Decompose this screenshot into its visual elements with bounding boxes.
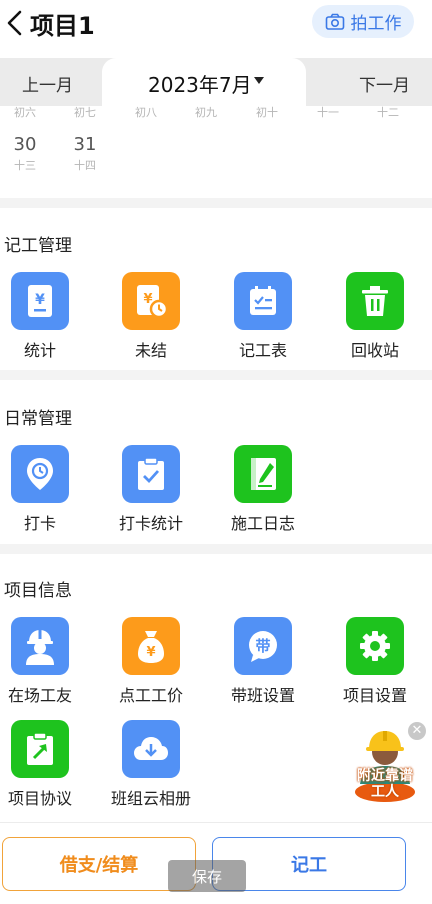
day-number: 30 [13,134,37,155]
page: 项目1 拍工作 上一月 下一月 2023年7月 初六 初七 初八 初九 初十 十… [0,0,432,904]
agreement-icon [11,720,69,778]
construction-log-label: 施工日志 [230,514,295,533]
checkin-stats-label: 打卡统计 [118,514,183,533]
bottom-divider [0,822,432,823]
caret-down-icon[interactable] [254,77,264,84]
record-sheet-label: 记工表 [238,341,287,360]
lunar-row: 初六 初七 初八 初九 初十 十一 十二 [0,106,432,122]
record-mgmt-title: 记工管理 [4,236,72,256]
back-arrow-icon[interactable] [4,9,28,37]
calendar: 初六 初七 初八 初九 初十 十一 十二 30 十三 31 十四 [0,106,432,198]
ad-text: 附近靠谱工人 [357,768,413,800]
project-info-title: 项目信息 [4,581,72,601]
trash-icon [346,272,404,330]
cloud-album-tile[interactable]: 班组云相册 [104,720,200,812]
lunar-date: 十二 [377,106,399,119]
gear-icon [346,617,404,675]
team-lead-settings-label: 带班设置 [230,686,295,705]
lunar-date: 十一 [317,106,339,119]
team-lead-icon: 带 [234,617,292,675]
lunar-date: 初九 [195,106,217,119]
checkin-stats-tile[interactable]: 打卡统计 [104,445,200,537]
lunar-date: 初六 [14,106,36,119]
svg-text:带: 带 [255,637,270,655]
clock-in-label: 打卡 [23,514,56,533]
construction-log-icon [234,445,292,503]
loan-settle-button[interactable]: 借支/结算 [2,837,196,891]
project-agreement-tile[interactable]: 项目协议 [0,720,89,812]
record-sheet-icon [234,272,292,330]
project-settings-label: 项目设置 [342,686,407,705]
worker-icon [11,617,69,675]
checkin-stats-icon [122,445,180,503]
onsite-workers-tile[interactable]: 在场工友 [0,617,89,709]
page-title: 项目1 [30,12,95,40]
record-sheet-tile[interactable]: 记工表 [216,272,312,364]
header: 项目1 拍工作 [0,0,432,48]
statistics-label: 统计 [23,341,56,360]
project-settings-tile[interactable]: 项目设置 [328,617,424,709]
cloud-album-icon [122,720,180,778]
construction-log-tile[interactable]: 施工日志 [216,445,312,537]
daily-mgmt-title: 日常管理 [4,409,72,429]
photo-work-label: 拍工作 [350,14,402,34]
day-number: 31 [73,134,97,155]
statistics-icon: ¥ [11,272,69,330]
camera-icon [325,13,344,30]
day-lunar: 十四 [74,159,96,172]
photo-work-button[interactable]: 拍工作 [312,5,414,38]
unsettled-label: 未结 [134,341,167,360]
team-lead-settings-tile[interactable]: 带 带班设置 [216,617,312,709]
section-divider [0,544,432,554]
current-month-selector[interactable]: 2023年7月 [148,69,252,98]
clock-in-tile[interactable]: 打卡 [0,445,89,537]
recycle-bin-label: 回收站 [350,341,399,360]
unsettled-icon: ¥ [122,272,180,330]
svg-text:¥: ¥ [146,645,155,660]
unsettled-tile[interactable]: ¥ 未结 [104,272,200,364]
cloud-album-label: 班组云相册 [110,789,191,808]
lunar-date: 初八 [135,106,157,119]
calendar-day[interactable]: 31 十四 [65,134,105,173]
lunar-date: 初七 [74,106,96,119]
save-toast: 保存 [168,860,246,892]
onsite-workers-label: 在场工友 [7,686,72,705]
hourly-rate-label: 点工工价 [118,686,183,705]
calendar-day[interactable]: 30 十三 [5,134,45,173]
section-divider [0,198,432,208]
money-bag-icon: ¥ [122,617,180,675]
next-month-button[interactable]: 下一月 [359,71,410,96]
hourly-rate-tile[interactable]: ¥ 点工工价 [104,617,200,709]
clock-in-icon [11,445,69,503]
prev-month-button[interactable]: 上一月 [22,71,73,96]
day-lunar: 十三 [14,159,36,172]
close-icon[interactable]: ✕ [408,722,426,740]
section-divider [0,370,432,380]
project-agreement-label: 项目协议 [7,789,72,808]
recycle-bin-tile[interactable]: 回收站 [328,272,424,364]
statistics-tile[interactable]: ¥ 统计 [0,272,89,364]
lunar-date: 初十 [256,106,278,119]
svg-text:¥: ¥ [35,292,45,308]
